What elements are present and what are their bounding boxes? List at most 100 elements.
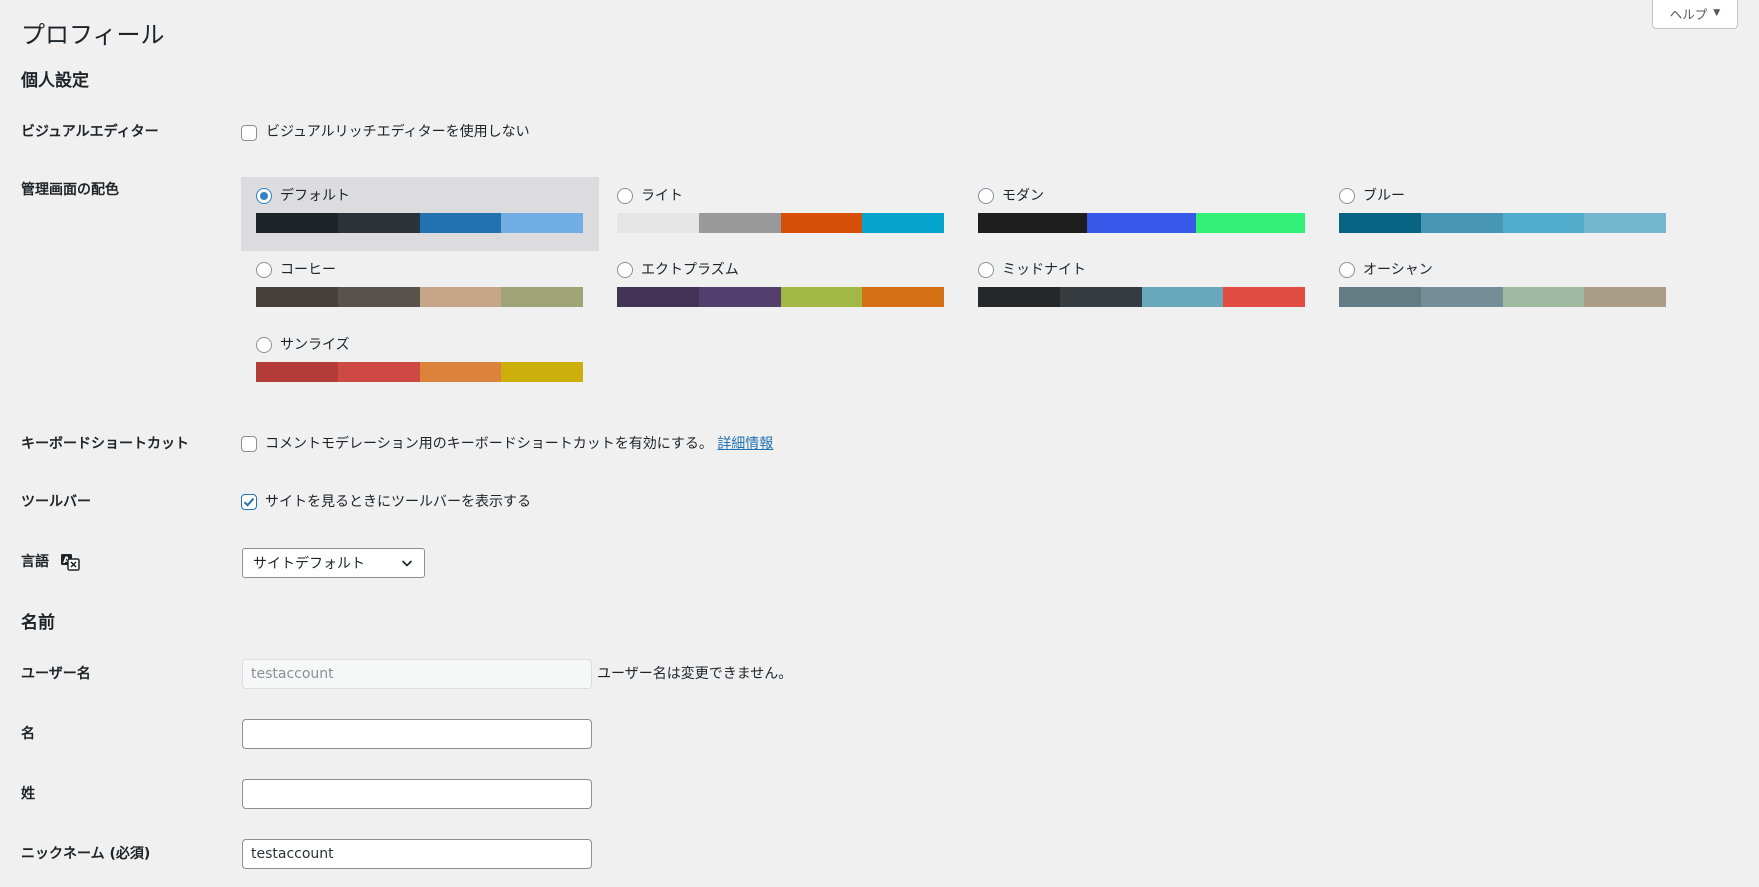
visual-editor-label: ビジュアルエディター (21, 124, 159, 140)
color-scheme-radio[interactable] (1339, 262, 1355, 278)
color-swatch (337, 213, 420, 233)
color-swatch (1196, 213, 1305, 233)
keyboard-shortcuts-option-text: コメントモデレーション用のキーボードショートカットを有効にする。 詳細情報 (265, 434, 773, 454)
color-scheme-radio[interactable] (617, 262, 633, 278)
color-scheme-swatches (1339, 287, 1666, 307)
color-swatch (1584, 213, 1666, 233)
color-scheme-name: サンライズ (280, 337, 350, 353)
color-scheme-radio[interactable] (978, 262, 994, 278)
color-scheme-swatches (1339, 213, 1666, 233)
first-name-label: 名 (21, 726, 35, 742)
nickname-label: ニックネーム (必須) (21, 846, 151, 862)
color-swatch (1502, 213, 1585, 233)
color-swatch (862, 213, 944, 233)
username-label: ユーザー名 (21, 666, 91, 682)
color-swatch (862, 287, 944, 307)
color-swatch (1420, 213, 1503, 233)
username-input: testaccount (242, 659, 592, 689)
color-swatch (780, 287, 863, 307)
toolbar-checkbox[interactable] (241, 494, 257, 510)
color-swatch (698, 213, 781, 233)
section-title-personal: 個人設定 (21, 71, 89, 91)
help-button[interactable]: ヘルプ ▼ (1652, 0, 1738, 29)
color-scheme-name: ライト (641, 188, 683, 204)
color-scheme-option[interactable]: ミッドナイト (963, 251, 1321, 325)
color-swatch (1339, 287, 1421, 307)
color-scheme-swatches (256, 287, 583, 307)
color-swatch (698, 287, 781, 307)
color-swatch (337, 287, 420, 307)
color-scheme-option[interactable]: モダン (963, 177, 1321, 251)
color-swatch (256, 213, 338, 233)
color-swatch (617, 287, 699, 307)
color-scheme-radio[interactable] (256, 262, 272, 278)
color-swatch (617, 213, 699, 233)
visual-editor-checkbox[interactable] (241, 125, 257, 141)
color-swatch (978, 287, 1060, 307)
toolbar-label: ツールバー (21, 494, 91, 510)
color-scheme-radio[interactable] (256, 188, 272, 204)
section-title-name: 名前 (21, 613, 55, 633)
color-scheme-name: エクトプラズム (641, 262, 739, 278)
color-swatch (780, 213, 863, 233)
last-name-label: 姓 (21, 786, 35, 802)
caret-down-icon: ▼ (1713, 8, 1721, 18)
toolbar-option-text: サイトを見るときにツールバーを表示する (265, 494, 531, 510)
username-note: ユーザー名は変更できません。 (597, 666, 793, 682)
color-swatch (1339, 213, 1421, 233)
color-scheme-radio[interactable] (1339, 188, 1355, 204)
color-scheme-swatches (617, 287, 944, 307)
color-scheme-name: ミッドナイト (1002, 262, 1086, 278)
page-title: プロフィール (21, 21, 165, 49)
keyboard-shortcuts-checkbox[interactable] (241, 436, 257, 452)
keyboard-shortcuts-label: キーボードショートカット (21, 436, 189, 452)
color-swatch (419, 287, 502, 307)
color-scheme-option[interactable]: エクトプラズム (602, 251, 960, 325)
color-swatch (419, 362, 502, 382)
keyboard-shortcuts-more-info-link[interactable]: 詳細情報 (717, 436, 773, 452)
color-scheme-option[interactable]: ライト (602, 177, 960, 251)
color-scheme-option[interactable]: サンライズ (241, 326, 599, 400)
language-label: 言語 A (21, 552, 80, 572)
last-name-input[interactable] (242, 779, 592, 809)
color-scheme-option[interactable]: デフォルト (241, 177, 599, 251)
language-label-text: 言語 (21, 554, 49, 570)
checkmark-icon (243, 497, 255, 507)
color-scheme-radio[interactable] (617, 188, 633, 204)
color-swatch (1141, 287, 1224, 307)
color-swatch (1059, 287, 1142, 307)
color-scheme-option[interactable]: コーヒー (241, 251, 599, 325)
color-swatch (1502, 287, 1585, 307)
color-swatch (256, 362, 338, 382)
color-swatch (1087, 213, 1196, 233)
color-scheme-name: コーヒー (280, 262, 336, 278)
color-swatch (256, 287, 338, 307)
chevron-down-icon (401, 560, 413, 567)
language-select[interactable]: サイトデフォルト (242, 548, 425, 578)
color-scheme-swatches (978, 213, 1305, 233)
first-name-input[interactable] (242, 719, 592, 749)
color-swatch (501, 287, 583, 307)
color-scheme-swatches (978, 287, 1305, 307)
nickname-input[interactable]: testaccount (242, 839, 592, 869)
color-scheme-swatches (256, 362, 583, 382)
keyboard-shortcuts-option: コメントモデレーション用のキーボードショートカットを有効にする。 (265, 436, 713, 452)
color-swatch (1584, 287, 1666, 307)
color-scheme-swatches (617, 213, 944, 233)
color-scheme-name: ブルー (1363, 188, 1405, 204)
visual-editor-option-text: ビジュアルリッチエディターを使用しない (266, 124, 530, 140)
color-scheme-option[interactable]: オーシャン (1324, 251, 1682, 325)
translation-icon: A (60, 554, 80, 571)
color-scheme-option[interactable]: ブルー (1324, 177, 1682, 251)
language-select-value: サイトデフォルト (253, 556, 365, 572)
color-swatch (501, 213, 583, 233)
color-swatch (1223, 287, 1305, 307)
color-scheme-name: モダン (1002, 188, 1044, 204)
color-swatch (419, 213, 502, 233)
color-scheme-radio[interactable] (256, 337, 272, 353)
color-scheme-radio[interactable] (978, 188, 994, 204)
help-button-label: ヘルプ (1669, 6, 1708, 22)
color-scheme-name: デフォルト (280, 188, 350, 204)
color-scheme-label: 管理画面の配色 (21, 182, 119, 198)
color-scheme-name: オーシャン (1363, 262, 1433, 278)
